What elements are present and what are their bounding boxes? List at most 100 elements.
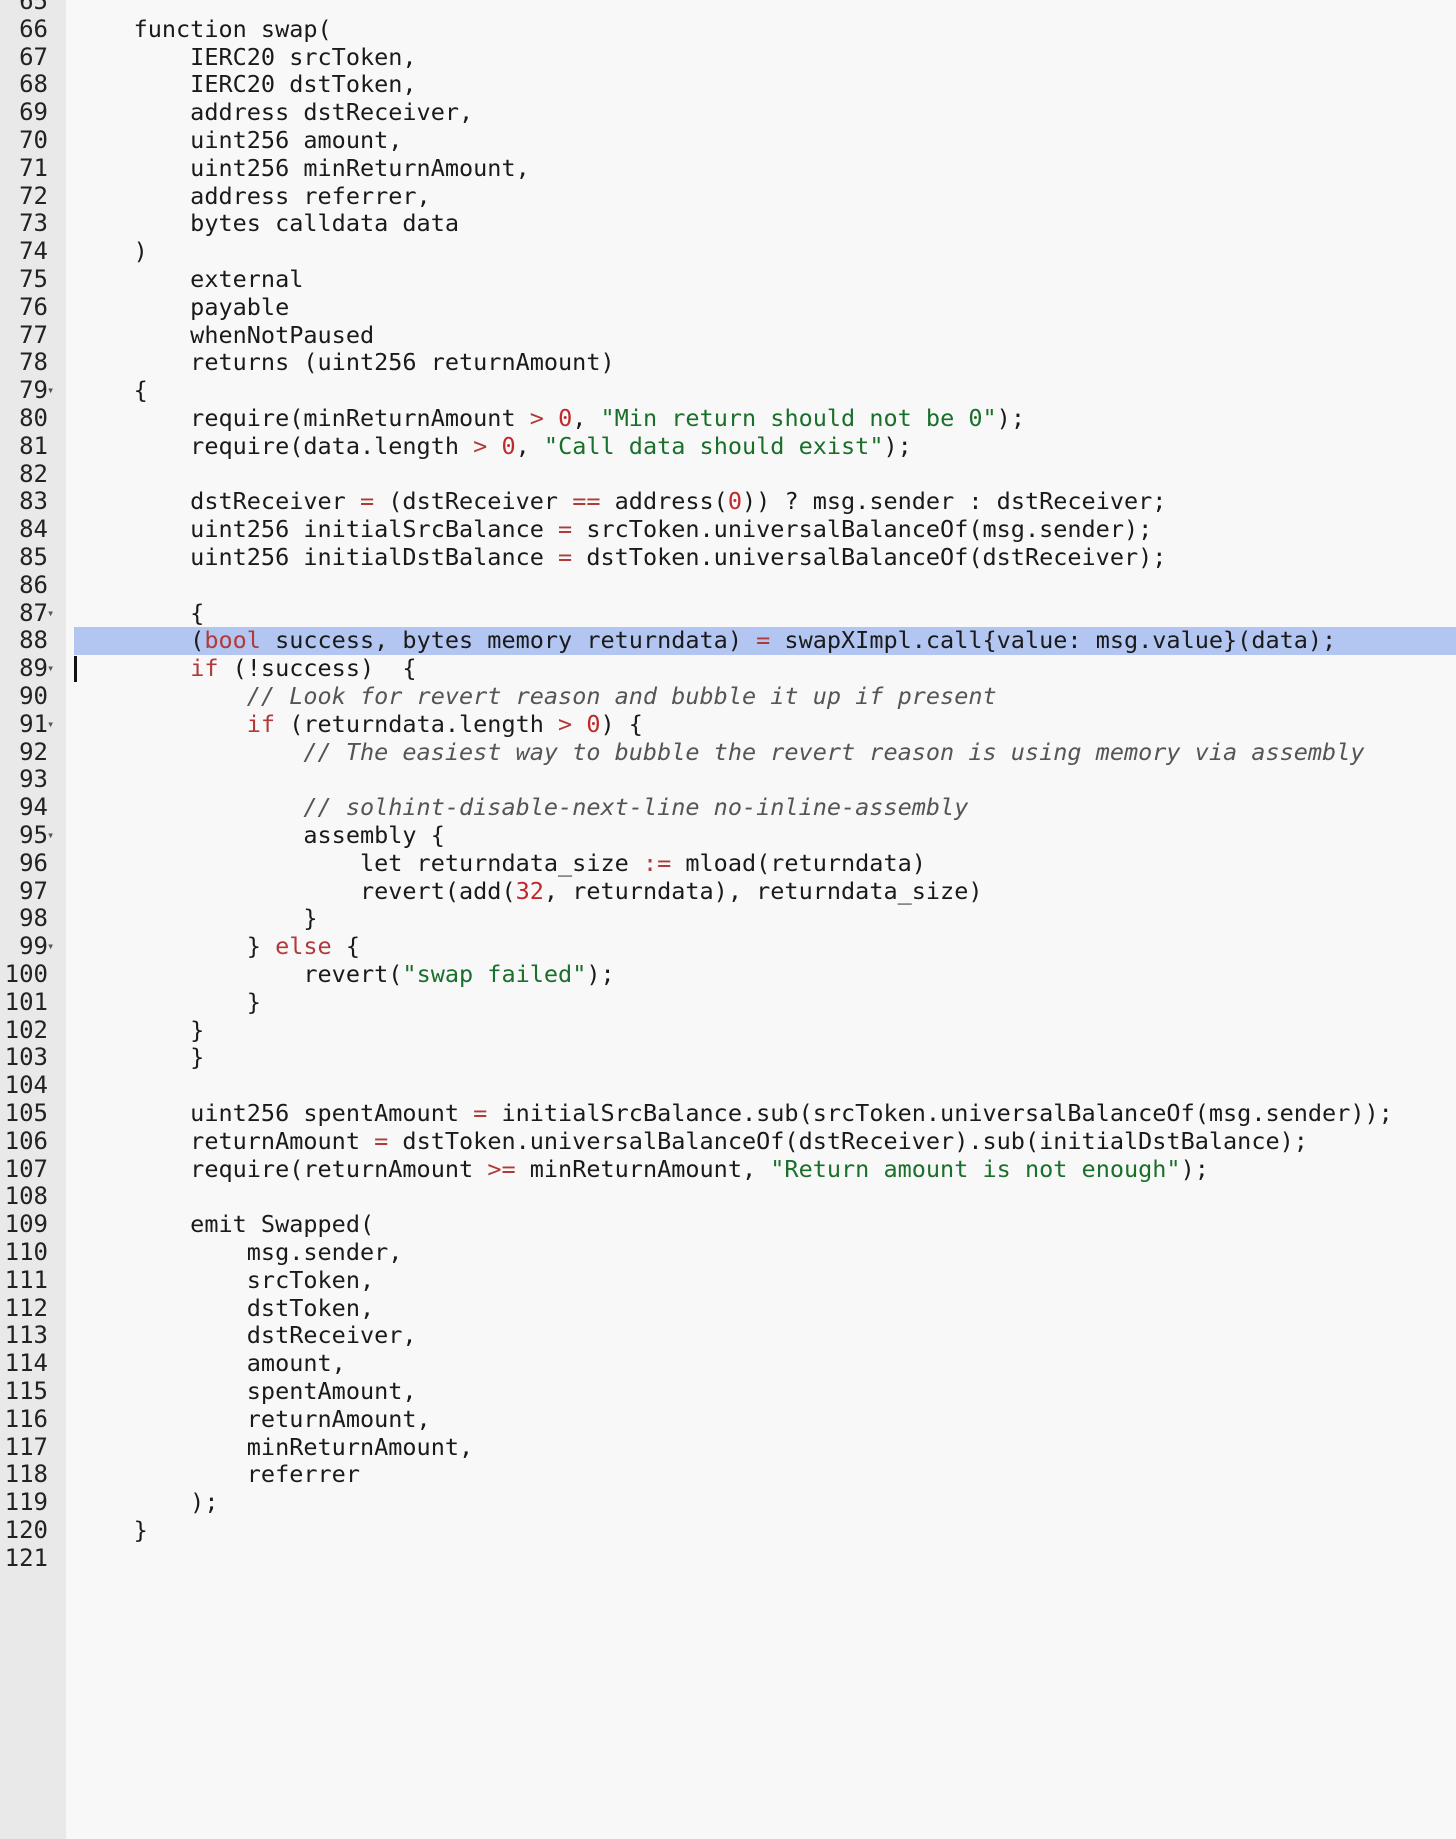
code-line[interactable]: 114 amount,	[0, 1349, 1456, 1378]
code-line[interactable]: 109 emit Swapped(	[0, 1210, 1456, 1239]
line-code[interactable]: // Look for revert reason and bubble it …	[77, 682, 997, 711]
line-code[interactable]: {	[77, 376, 148, 405]
line-code[interactable]: {	[77, 599, 204, 628]
line-code[interactable]: );	[77, 1488, 218, 1517]
code-line[interactable]: 70 uint256 amount,	[0, 126, 1456, 155]
line-code[interactable]: if (returndata.length > 0) {	[77, 710, 643, 739]
code-line[interactable]: 93	[0, 766, 1456, 794]
code-line[interactable]: 91 ▾ if (returndata.length > 0) {	[0, 710, 1456, 739]
line-code[interactable]: (bool success, bytes memory returndata) …	[77, 626, 1336, 655]
chevron-down-icon[interactable]: ▾	[47, 377, 54, 405]
line-code[interactable]: }	[77, 1043, 204, 1072]
line-code[interactable]: revert("swap failed");	[77, 960, 614, 989]
code-line[interactable]: 66 function swap(	[0, 15, 1456, 44]
code-line[interactable]: 95 ▾ assembly {	[0, 821, 1456, 850]
line-code[interactable]: dstToken,	[77, 1294, 374, 1323]
line-code[interactable]: dstReceiver = (dstReceiver == address(0)…	[77, 487, 1166, 516]
code-line[interactable]: 100 revert("swap failed");	[0, 960, 1456, 989]
line-code[interactable]: emit Swapped(	[77, 1210, 374, 1239]
line-code[interactable]: uint256 initialSrcBalance = srcToken.uni…	[77, 515, 1152, 544]
code-line[interactable]: 121	[0, 1544, 1456, 1573]
code-line[interactable]: 79 ▾ {	[0, 376, 1456, 405]
line-code[interactable]: dstReceiver,	[77, 1321, 417, 1350]
code-line[interactable]: 76 payable	[0, 293, 1456, 322]
code-line[interactable]: 90 // Look for revert reason and bubble …	[0, 682, 1456, 711]
line-code[interactable]: }	[77, 904, 317, 933]
chevron-down-icon[interactable]: ▾	[47, 655, 54, 683]
line-code[interactable]: external	[77, 265, 303, 294]
code-line[interactable]: 119 );	[0, 1488, 1456, 1517]
line-code[interactable]: assembly {	[77, 821, 445, 850]
code-line[interactable]: 106 returnAmount = dstToken.universalBal…	[0, 1127, 1456, 1156]
line-code[interactable]: }	[77, 1016, 204, 1045]
line-code[interactable]: require(data.length > 0, "Call data shou…	[77, 432, 912, 461]
code-line[interactable]: 107 require(returnAmount >= minReturnAmo…	[0, 1155, 1456, 1184]
code-line[interactable]: 96 let returndata_size := mload(returnda…	[0, 849, 1456, 878]
line-code[interactable]: amount,	[77, 1349, 346, 1378]
line-code[interactable]: msg.sender,	[77, 1238, 403, 1267]
code-line[interactable]: 65	[0, 0, 1456, 16]
chevron-down-icon[interactable]: ▾	[47, 711, 54, 739]
line-code[interactable]: function swap(	[77, 15, 332, 44]
code-editor[interactable]: 65 66 function swap(67 IERC20 srcToken, 68…	[0, 0, 1456, 1839]
code-line[interactable]: 112 dstToken,	[0, 1294, 1456, 1323]
code-line[interactable]: 83 dstReceiver = (dstReceiver == address…	[0, 487, 1456, 516]
line-code[interactable]: require(returnAmount >= minReturnAmount,…	[77, 1155, 1209, 1184]
code-line[interactable]: 74 )	[0, 237, 1456, 266]
line-code[interactable]: revert(add(32, returndata), returndata_s…	[77, 877, 983, 906]
line-code[interactable]: IERC20 srcToken,	[77, 43, 416, 72]
line-code[interactable]: if (!success) {	[77, 654, 416, 683]
line-code[interactable]: srcToken,	[77, 1266, 374, 1295]
line-code[interactable]: }	[77, 1516, 148, 1545]
code-line[interactable]: 85 uint256 initialDstBalance = dstToken.…	[0, 543, 1456, 572]
line-code[interactable]: require(minReturnAmount > 0, "Min return…	[77, 404, 1025, 433]
code-line[interactable]: 84 uint256 initialSrcBalance = srcToken.…	[0, 515, 1456, 544]
code-line[interactable]: 110 msg.sender,	[0, 1238, 1456, 1267]
chevron-down-icon[interactable]: ▾	[47, 933, 54, 961]
code-line[interactable]: 89 ▾ if (!success) {	[0, 654, 1456, 683]
code-line[interactable]: 117 minReturnAmount,	[0, 1433, 1456, 1462]
line-code[interactable]: minReturnAmount,	[77, 1433, 473, 1462]
code-line[interactable]: 88 (bool success, bytes memory returndat…	[0, 626, 1456, 656]
line-code[interactable]: IERC20 dstToken,	[77, 70, 416, 99]
line-code[interactable]: }	[77, 988, 261, 1017]
line-code[interactable]: returnAmount = dstToken.universalBalance…	[77, 1127, 1308, 1156]
code-line[interactable]: 118 referrer	[0, 1460, 1456, 1489]
line-code[interactable]: // The easiest way to bubble the revert …	[77, 738, 1364, 767]
line-code[interactable]: spentAmount,	[77, 1377, 417, 1406]
code-line[interactable]: 116 returnAmount,	[0, 1405, 1456, 1434]
code-line[interactable]: 120 }	[0, 1516, 1456, 1545]
line-code[interactable]: payable	[77, 293, 289, 322]
line-code[interactable]: returnAmount,	[77, 1405, 431, 1434]
line-code[interactable]: uint256 minReturnAmount,	[77, 154, 530, 183]
code-line[interactable]: 73 bytes calldata data	[0, 209, 1456, 238]
code-line[interactable]: 113 dstReceiver,	[0, 1321, 1456, 1350]
line-code[interactable]: returns (uint256 returnAmount)	[77, 348, 614, 377]
code-line[interactable]: 77 whenNotPaused	[0, 321, 1456, 350]
line-code[interactable]: uint256 spentAmount = initialSrcBalance.…	[77, 1099, 1393, 1128]
code-line[interactable]: 115 spentAmount,	[0, 1377, 1456, 1406]
code-line[interactable]: 81 require(data.length > 0, "Call data s…	[0, 432, 1456, 461]
code-line[interactable]: 78 returns (uint256 returnAmount)	[0, 348, 1456, 377]
line-code[interactable]: } else {	[77, 932, 360, 961]
code-line[interactable]: 72 address referrer,	[0, 182, 1456, 211]
code-line[interactable]: 104	[0, 1071, 1456, 1100]
line-code[interactable]: address dstReceiver,	[77, 98, 473, 127]
code-line[interactable]: 101 }	[0, 988, 1456, 1017]
line-code[interactable]: uint256 amount,	[77, 126, 402, 155]
code-line[interactable]: 102 }	[0, 1016, 1456, 1045]
code-line[interactable]: 80 require(minReturnAmount > 0, "Min ret…	[0, 404, 1456, 433]
code-line[interactable]: 86	[0, 571, 1456, 600]
line-code[interactable]: bytes calldata data	[77, 209, 459, 238]
code-line[interactable]: 67 IERC20 srcToken,	[0, 43, 1456, 72]
code-line[interactable]: 82	[0, 460, 1456, 489]
code-line[interactable]: 98 }	[0, 904, 1456, 933]
line-code[interactable]: address referrer,	[77, 182, 431, 211]
code-line[interactable]: 108	[0, 1183, 1456, 1211]
code-line[interactable]: 92 // The easiest way to bubble the reve…	[0, 738, 1456, 767]
code-line[interactable]: 94 // solhint-disable-next-line no-inlin…	[0, 793, 1456, 822]
code-line[interactable]: 68 IERC20 dstToken,	[0, 70, 1456, 99]
line-code[interactable]: let returndata_size := mload(returndata)	[77, 849, 926, 878]
chevron-down-icon[interactable]: ▾	[47, 600, 54, 628]
code-line[interactable]: 87 ▾ {	[0, 599, 1456, 628]
